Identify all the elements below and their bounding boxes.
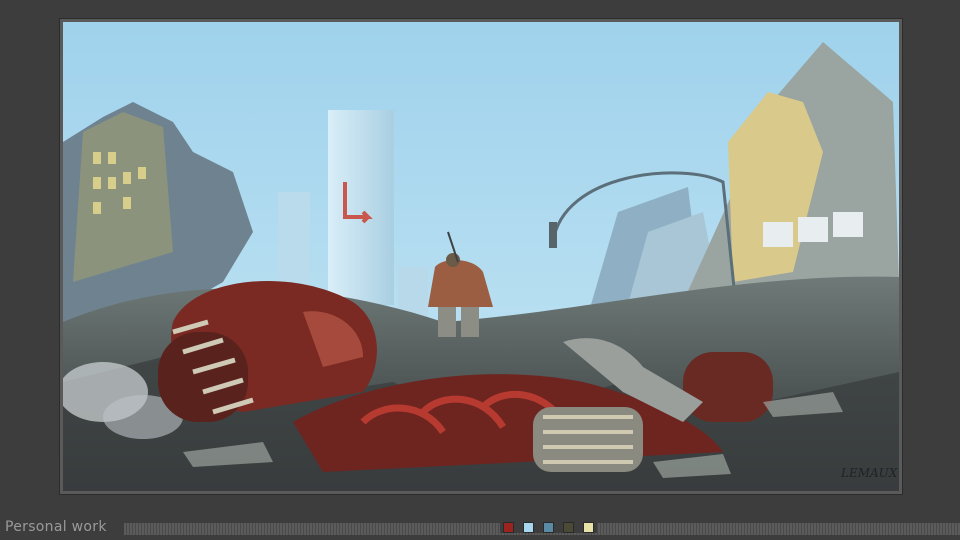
color-swatches (500, 522, 597, 533)
swatch-pale-yellow[interactable] (583, 522, 594, 533)
swatch-olive[interactable] (563, 522, 574, 533)
artwork-image: LEMAUX (63, 22, 899, 491)
artist-signature: LEMAUX (840, 466, 898, 480)
swatch-steel-blue[interactable] (543, 522, 554, 533)
artwork-illustration: LEMAUX (63, 22, 899, 491)
swatch-red[interactable] (503, 522, 514, 533)
artwork-frame: LEMAUX (60, 19, 902, 494)
caption-label: Personal work (5, 519, 107, 535)
swatch-light-blue[interactable] (523, 522, 534, 533)
